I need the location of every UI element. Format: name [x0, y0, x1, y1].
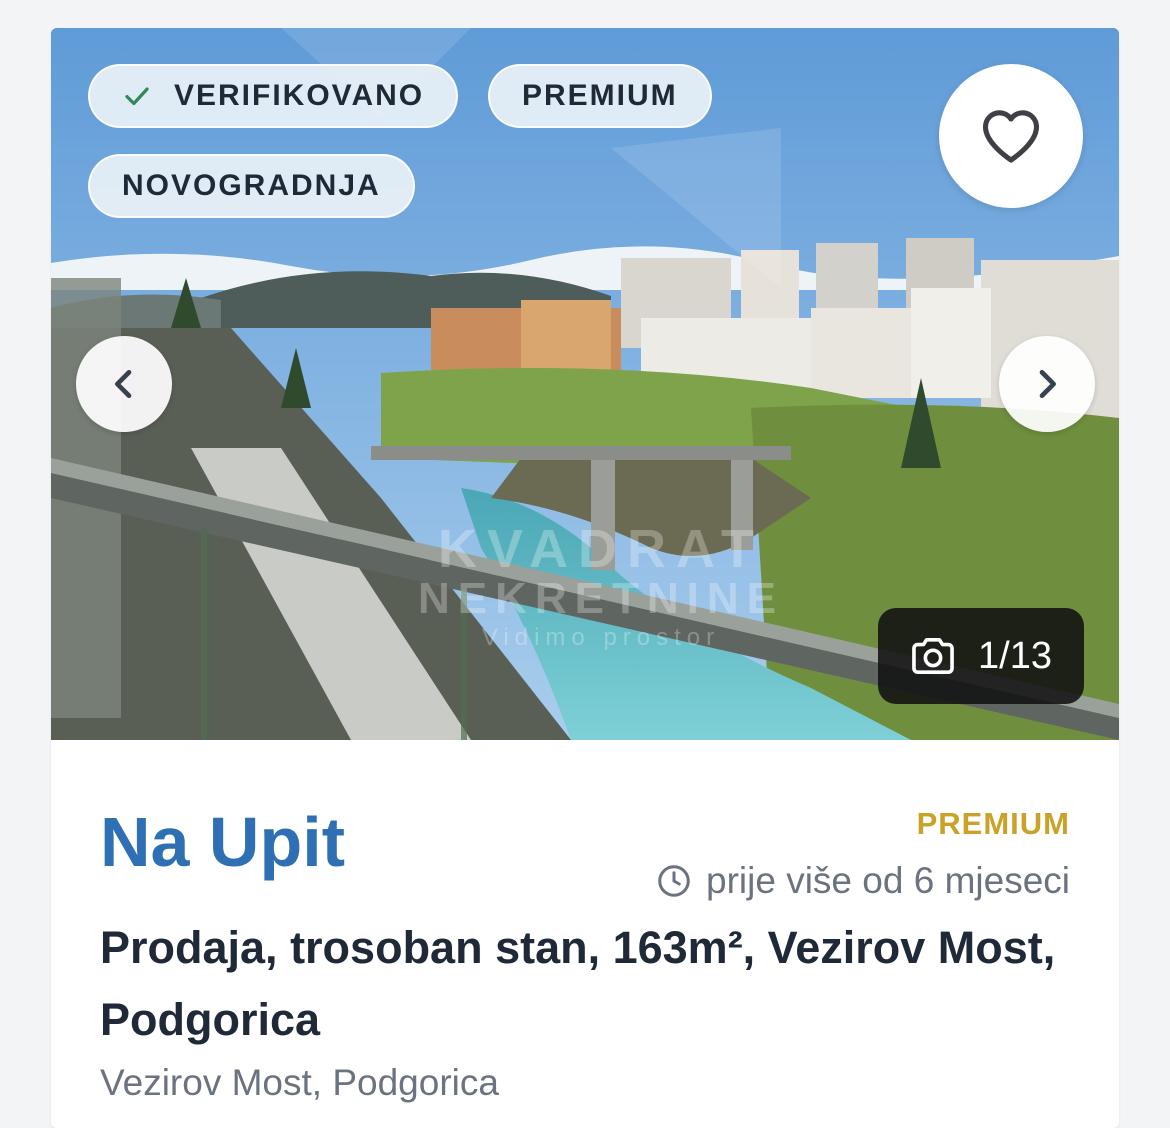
premium-badge-label: PREMIUM — [522, 79, 678, 112]
new-build-badge-label: NOVOGRADNJA — [122, 169, 381, 202]
watermark-brand: KVADRAT — [438, 519, 764, 579]
listing-location: Vezirov Most, Podgorica — [100, 1062, 499, 1103]
premium-badge: PREMIUM — [488, 64, 712, 128]
listing-card[interactable]: KVADRAT NEKRETNINE Vidimo prostor VERIFI… — [51, 28, 1119, 1128]
chevron-left-icon — [115, 370, 132, 398]
camera-icon — [912, 638, 954, 674]
listing-title[interactable]: Prodaja, trosoban stan, 163m², Vezirov M… — [100, 912, 1060, 1056]
photo-counter[interactable]: 1/13 — [878, 608, 1084, 704]
photo-counter-label: 1/13 — [978, 634, 1052, 677]
watermark-subbrand: NEKRETNINE — [417, 574, 785, 623]
new-build-badge: NOVOGRADNJA — [88, 154, 415, 218]
favorite-button[interactable] — [939, 64, 1083, 208]
watermark-tagline: Vidimo prostor — [481, 624, 721, 651]
previous-photo-button[interactable] — [76, 336, 172, 432]
chevron-right-icon — [1039, 370, 1056, 398]
watermark: KVADRAT NEKRETNINE Vidimo prostor — [391, 518, 811, 652]
clock-icon — [658, 865, 690, 897]
next-photo-button[interactable] — [999, 336, 1095, 432]
listing-photo[interactable]: KVADRAT NEKRETNINE Vidimo prostor VERIFI… — [51, 28, 1119, 740]
check-icon — [125, 87, 149, 106]
verified-badge-label: VERIFIKOVANO — [174, 79, 425, 112]
heart-icon — [982, 110, 1040, 163]
verified-badge: VERIFIKOVANO — [88, 64, 459, 128]
posted-time-label: prije više od 6 mjeseci — [706, 860, 1070, 901]
premium-label: PREMIUM — [916, 806, 1070, 841]
posted-time: prije više od 6 mjeseci — [656, 860, 1070, 902]
price: Na Upit — [100, 803, 345, 881]
